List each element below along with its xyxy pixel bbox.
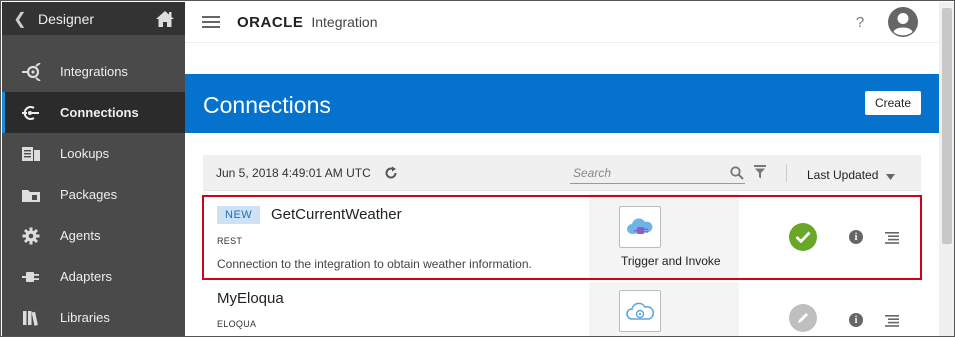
- help-icon[interactable]: ?: [845, 14, 875, 31]
- target-cloud-icon: [619, 290, 661, 332]
- sidebar-title: Designer: [38, 10, 95, 27]
- search-input[interactable]: [570, 165, 730, 180]
- app-window: ❮ Designer Integrations Connections Look…: [0, 0, 955, 337]
- sort-dropdown[interactable]: Last Updated: [807, 166, 896, 183]
- role-column: Trigger and Invoke: [589, 194, 739, 279]
- sidebar-item-label: Agents: [60, 228, 101, 243]
- sidebar-item-label: Libraries: [60, 310, 110, 325]
- info-icon[interactable]: i: [849, 230, 863, 244]
- refresh-icon[interactable]: [384, 166, 398, 180]
- sidebar-item-libraries[interactable]: Libraries: [2, 297, 185, 336]
- status-configured-check-icon: [789, 223, 817, 251]
- vertical-scrollbar[interactable]: [939, 2, 954, 336]
- sidebar-item-label: Packages: [60, 187, 118, 202]
- filter-funnel-icon[interactable]: [754, 165, 766, 184]
- sidebar-item-adapters[interactable]: Adapters: [2, 256, 185, 297]
- last-refresh-timestamp: Jun 5, 2018 4:49:01 AM UTC: [216, 165, 371, 180]
- sidebar-item-lookups[interactable]: Lookups: [2, 133, 185, 174]
- libraries-icon: [2, 310, 60, 326]
- connections-icon: [2, 105, 60, 121]
- page-header-banner: Connections Create: [185, 74, 939, 133]
- filter-bar: Jun 5, 2018 4:49:01 AM UTC Last Updated: [203, 155, 921, 191]
- divider: [786, 164, 787, 182]
- integrations-icon: [2, 62, 60, 81]
- status-draft-pencil-icon: [789, 304, 817, 332]
- main-content: ORACLE Integration ? Connections Create …: [185, 2, 939, 336]
- page-title: Connections: [203, 92, 331, 118]
- info-icon[interactable]: i: [849, 313, 863, 327]
- sort-label: Last Updated: [807, 167, 879, 182]
- connection-description: Connection to the integration to obtain …: [217, 257, 532, 271]
- trigger-invoke-cloud-icon: [619, 206, 661, 248]
- row-actions-menu-icon[interactable]: [885, 314, 899, 332]
- connection-role: Trigger and Invoke: [621, 254, 721, 268]
- sidebar-item-label: Integrations: [60, 64, 128, 79]
- connection-name[interactable]: MyEloqua: [217, 290, 284, 307]
- create-button[interactable]: Create: [864, 91, 921, 115]
- hamburger-menu-icon[interactable]: [185, 16, 237, 28]
- new-badge: NEW: [217, 206, 261, 224]
- connection-row[interactable]: MyEloqua ELOQUA i: [203, 282, 921, 336]
- top-bar: ORACLE Integration ?: [185, 2, 939, 43]
- connection-name[interactable]: GetCurrentWeather: [271, 206, 402, 223]
- sidebar-item-label: Connections: [60, 105, 139, 120]
- connection-row[interactable]: NEW GetCurrentWeather REST Connection to…: [203, 194, 921, 280]
- oracle-logo: ORACLE: [237, 13, 304, 31]
- sidebar: ❮ Designer Integrations Connections Look…: [2, 2, 185, 336]
- sidebar-item-label: Adapters: [60, 269, 113, 284]
- row-actions-menu-icon[interactable]: [885, 231, 899, 249]
- sidebar-item-label: Lookups: [60, 146, 110, 161]
- sidebar-item-agents[interactable]: Agents: [2, 215, 185, 256]
- connection-type: REST: [217, 236, 243, 246]
- chevron-down-icon: [886, 169, 896, 183]
- product-name: Integration: [311, 14, 378, 30]
- sidebar-item-connections[interactable]: Connections: [2, 92, 185, 133]
- lookups-icon: [2, 146, 60, 162]
- connection-type: ELOQUA: [217, 319, 257, 329]
- search-box: [570, 162, 745, 184]
- sidebar-item-integrations[interactable]: Integrations: [2, 51, 185, 92]
- role-column: [589, 282, 739, 336]
- user-avatar-icon[interactable]: [887, 6, 919, 38]
- adapters-plug-icon: [2, 270, 60, 284]
- packages-icon: [2, 187, 60, 203]
- agents-gear-icon: [2, 227, 60, 245]
- sidebar-item-packages[interactable]: Packages: [2, 174, 185, 215]
- search-icon[interactable]: [730, 165, 744, 180]
- scrollbar-thumb[interactable]: [942, 8, 952, 244]
- back-chevron-icon[interactable]: ❮: [2, 9, 38, 29]
- sidebar-header: ❮ Designer: [2, 2, 185, 35]
- home-icon[interactable]: [145, 10, 185, 28]
